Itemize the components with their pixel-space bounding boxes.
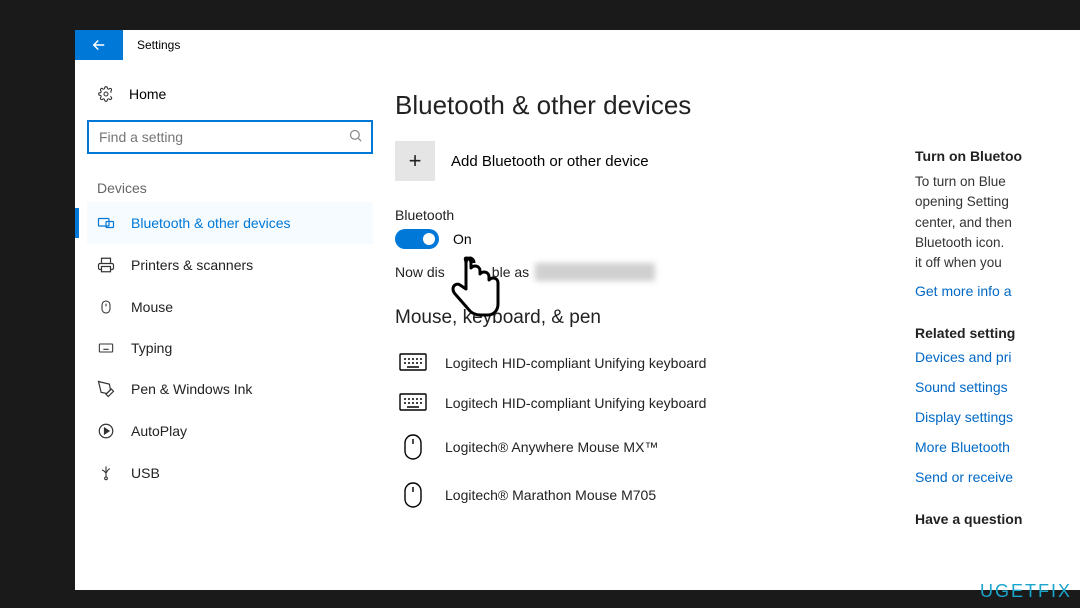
gear-icon — [97, 86, 115, 102]
help-text: To turn on Blue opening Setting center, … — [915, 172, 1080, 273]
sidebar-home[interactable]: Home — [87, 78, 373, 110]
sidebar-item-label: Bluetooth & other devices — [131, 215, 291, 231]
related-link[interactable]: Sound settings — [915, 379, 1080, 395]
device-row[interactable]: Logitech® Anywhere Mouse MX™ — [395, 423, 895, 471]
sidebar-home-label: Home — [129, 86, 166, 102]
plus-icon: + — [395, 141, 435, 181]
usb-icon — [97, 464, 115, 482]
device-row[interactable]: Logitech HID-compliant Unifying keyboard — [395, 383, 895, 423]
related-link[interactable]: Send or receive — [915, 469, 1080, 485]
related-link[interactable]: Devices and pri — [915, 349, 1080, 365]
sidebar-item-usb[interactable]: USB — [87, 452, 373, 494]
device-label: Logitech® Marathon Mouse M705 — [445, 487, 656, 503]
device-group-title: Mouse, keyboard, & pen — [395, 307, 895, 329]
discoverable-text: Now dis xxxxx ble as — [395, 263, 895, 281]
device-label: Logitech HID-compliant Unifying keyboard — [445, 395, 706, 411]
sidebar-item-autoplay[interactable]: AutoPlay — [87, 410, 373, 452]
bluetooth-label: Bluetooth — [395, 207, 895, 223]
sidebar-item-printers[interactable]: Printers & scanners — [87, 244, 373, 286]
main-content: Bluetooth & other devices + Add Bluetoot… — [385, 60, 915, 590]
titlebar: Settings — [75, 30, 1080, 60]
discoverable-mid: ble as — [492, 264, 529, 280]
bluetooth-devices-icon — [97, 214, 115, 232]
related-title: Related setting — [915, 325, 1080, 341]
sidebar: Home Devices Bluetooth & other devices — [75, 60, 385, 590]
device-label: Logitech® Anywhere Mouse MX™ — [445, 439, 658, 455]
sidebar-item-label: AutoPlay — [131, 423, 187, 439]
sidebar-item-bluetooth[interactable]: Bluetooth & other devices — [87, 202, 373, 244]
printer-icon — [97, 256, 115, 274]
right-pane: Turn on Bluetoo To turn on Blue opening … — [915, 60, 1080, 590]
settings-window: Settings Home Devices Bluetooth & — [75, 30, 1080, 590]
sidebar-item-label: Mouse — [131, 299, 173, 315]
autoplay-icon — [97, 422, 115, 440]
sidebar-item-label: Typing — [131, 340, 172, 356]
back-button[interactable] — [75, 30, 123, 60]
bluetooth-toggle-row: On — [395, 229, 895, 249]
search-wrap — [87, 120, 373, 154]
bluetooth-state: On — [453, 231, 472, 247]
sidebar-item-label: Pen & Windows Ink — [131, 381, 252, 397]
mouse-icon — [97, 298, 115, 316]
arrow-left-icon — [90, 36, 108, 54]
sidebar-section-label: Devices — [97, 180, 373, 196]
sidebar-item-label: Printers & scanners — [131, 257, 253, 273]
sidebar-item-mouse[interactable]: Mouse — [87, 286, 373, 328]
keyboard-icon — [399, 393, 427, 413]
window-title: Settings — [123, 38, 180, 52]
device-row[interactable]: Logitech® Marathon Mouse M705 — [395, 471, 895, 519]
sidebar-item-typing[interactable]: Typing — [87, 328, 373, 368]
sidebar-item-pen[interactable]: Pen & Windows Ink — [87, 368, 373, 410]
watermark: UGETFIX — [980, 581, 1072, 602]
search-icon — [348, 128, 363, 143]
watermark-brand: UGETFIX — [980, 581, 1072, 602]
device-row[interactable]: Logitech HID-compliant Unifying keyboard — [395, 343, 895, 383]
bluetooth-toggle[interactable] — [395, 229, 439, 249]
mouse-icon — [399, 433, 427, 461]
device-label: Logitech HID-compliant Unifying keyboard — [445, 355, 706, 371]
add-device-label: Add Bluetooth or other device — [451, 153, 649, 170]
help-link[interactable]: Get more info a — [915, 283, 1080, 299]
add-device-button[interactable]: + Add Bluetooth or other device — [395, 141, 895, 181]
keyboard-icon — [399, 353, 427, 373]
related-link[interactable]: More Bluetooth — [915, 439, 1080, 455]
sidebar-item-label: USB — [131, 465, 160, 481]
keyboard-icon — [97, 340, 115, 356]
pen-icon — [97, 380, 115, 398]
discoverable-prefix: Now dis — [395, 264, 445, 280]
mouse-icon — [399, 481, 427, 509]
toggle-knob — [423, 233, 435, 245]
device-name-blurred — [535, 263, 655, 281]
question-title: Have a question — [915, 511, 1080, 527]
help-title: Turn on Bluetoo — [915, 148, 1080, 164]
body: Home Devices Bluetooth & other devices — [75, 60, 1080, 590]
related-link[interactable]: Display settings — [915, 409, 1080, 425]
page-title: Bluetooth & other devices — [395, 90, 895, 121]
search-input[interactable] — [87, 120, 373, 154]
